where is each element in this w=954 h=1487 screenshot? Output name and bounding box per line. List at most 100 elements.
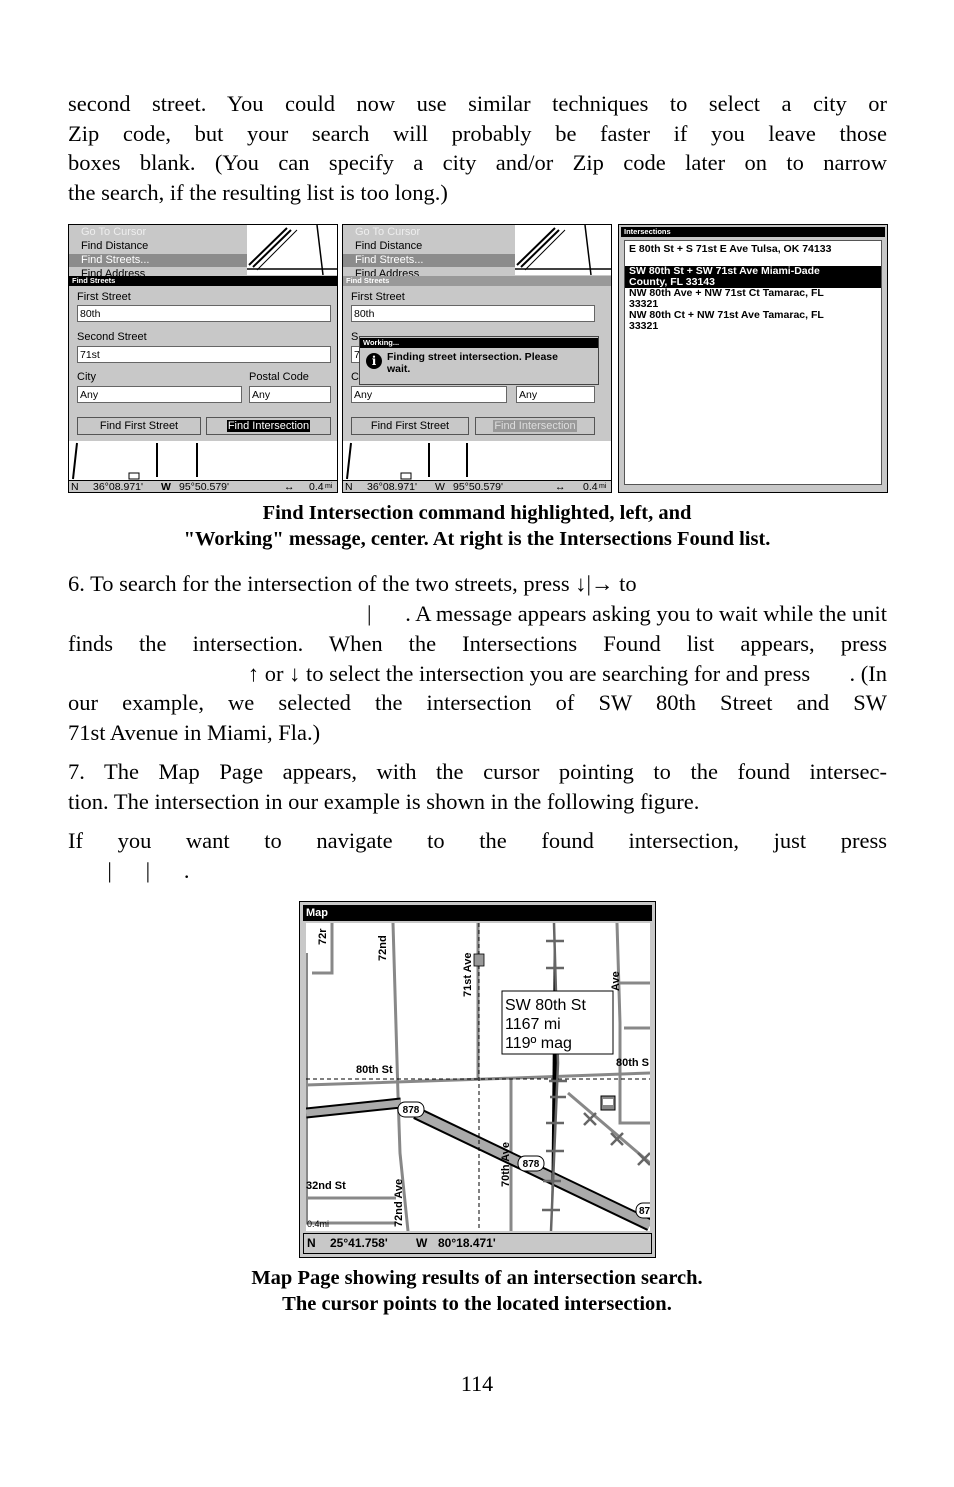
postal-code-field[interactable]: Any — [249, 386, 331, 403]
city-label: City — [77, 371, 96, 383]
lon-hemisphere: W — [416, 1236, 428, 1250]
list-item[interactable]: E 80th St + S 71st E Ave Tulsa, OK 74133 — [625, 244, 881, 255]
status-bar: N 36°08.971' W 95°50.579' ↔ 0.4 mi — [343, 480, 611, 493]
label-72nd: 72nd — [377, 935, 389, 961]
menu-item-find-streets[interactable]: Find Streets... — [343, 254, 515, 267]
step6-line: 6. To search for the intersection of the… — [68, 571, 637, 596]
label-ave-right: Ave — [610, 971, 622, 991]
working-message: Finding street intersection. Please wait. — [387, 351, 558, 375]
svg-text:878: 878 — [403, 1105, 420, 1116]
menu-item-find-distance[interactable]: Find Distance — [81, 240, 148, 253]
label-72r: 72r — [317, 928, 329, 945]
info-icon: i — [366, 353, 382, 369]
svg-text:87: 87 — [639, 1206, 650, 1217]
latitude: 36°08.971' — [93, 481, 143, 493]
latitude: 36°08.971' — [367, 481, 417, 493]
latitude: 25°41.758' — [330, 1236, 388, 1250]
list-item[interactable]: NW 80th Ave + NW 71st Ct Tamarac, FL 3332… — [625, 288, 881, 310]
zoom-unit: mi — [325, 483, 333, 490]
lat-hemisphere: N — [71, 481, 79, 493]
label-80th-st: 80th St — [356, 1064, 393, 1076]
menu-item-go-to-cursor[interactable]: Go To Cursor — [355, 226, 420, 239]
context-menu: Go To Cursor Find Distance Find Streets.… — [343, 225, 515, 280]
step6-line: finds the intersection. When the Interse… — [68, 631, 887, 656]
menu-item-find-streets[interactable]: Find Streets... — [69, 254, 247, 267]
figure1-caption: Find Intersection command highlighted, l… — [262, 502, 692, 524]
status-bar: N 36°08.971' W 95°50.579' ↔ 0.4 mi — [69, 480, 337, 493]
map-page-screen: Map 72r 72nd 71st Ave Ave 80th St 80th S… — [299, 901, 656, 1258]
list-item[interactable]: NW 80th Ct + NW 71st Ave Tamarac, FL 3332… — [625, 310, 881, 332]
menu-item-go-to-cursor[interactable]: Go To Cursor — [81, 226, 146, 239]
working-title: Working... — [360, 338, 598, 348]
map-background — [247, 225, 337, 276]
label-72nd-ave: 72nd Ave — [393, 1179, 405, 1227]
lon-hemisphere: W — [435, 481, 445, 493]
longitude: 95°50.579' — [453, 481, 503, 493]
step7-line: 7. The Map Page appears, with the cursor… — [68, 759, 887, 784]
map-status-bar: N 25°41.758' W 80°18.471' — [303, 1233, 652, 1254]
second-street-field[interactable]: 71st — [77, 346, 331, 363]
label-71st-ave: 71st Ave — [462, 953, 474, 997]
context-menu: Go To Cursor Find Distance Find Streets.… — [69, 225, 247, 280]
find-intersection-label: Find Intersection — [493, 420, 577, 432]
page-number: 114 — [460, 1371, 494, 1396]
zoom-value: 0.4 — [309, 481, 324, 493]
step6-line: 71st Avenue in Miami, Fla.) — [68, 720, 321, 745]
intro-line: second street. You could now use similar… — [68, 91, 887, 116]
menu-item-find-distance[interactable]: Find Distance — [355, 240, 422, 253]
list-item-selected[interactable]: SW 80th St + SW 71st Ave Miami-Dade Count… — [625, 266, 881, 288]
map-background — [515, 225, 611, 276]
postal-code-field[interactable]: Any — [516, 386, 595, 403]
find-intersection-button[interactable]: Find Intersection — [206, 417, 331, 435]
step6-line: ↑ or ↓ to select the intersection you ar… — [247, 661, 887, 686]
map-canvas[interactable]: 72r 72nd 71st Ave Ave 80th St 80th S 70t… — [306, 923, 650, 1231]
lat-hemisphere: N — [307, 1236, 316, 1250]
intro-line: Zip code, but your search will probably … — [68, 121, 887, 146]
first-street-field[interactable]: 80th — [351, 305, 595, 322]
lat-hemisphere: N — [345, 481, 353, 493]
cursor-popup: SW 80th St 1167 mi 119º mag — [501, 990, 614, 1055]
second-street-label-partial: S — [351, 331, 359, 343]
figure1-caption: "Working" message, center. At right is t… — [183, 528, 771, 550]
zoom-value: 0.4 — [583, 481, 598, 493]
figure2-caption: The cursor points to the located interse… — [282, 1293, 672, 1315]
zoom-range-icon: ↔ — [555, 481, 566, 493]
dialog-title: Find Streets — [69, 276, 337, 286]
intersections-screen: Intersections E 80th St + S 71st E Ave T… — [618, 224, 888, 493]
label-82nd-st: 32nd St — [306, 1180, 346, 1192]
zoom-range-icon: ↔ — [284, 481, 295, 493]
city-field[interactable]: Any — [77, 386, 242, 403]
intro-line: the search, if the resulting list is too… — [68, 180, 448, 205]
highway-shield: 878 — [397, 1101, 425, 1118]
intersections-list[interactable]: E 80th St + S 71st E Ave Tulsa, OK 74133… — [624, 240, 882, 485]
svg-text:119º mag: 119º mag — [505, 1035, 572, 1052]
second-street-label: Second Street — [77, 331, 147, 343]
step7-line: tion. The intersection in our example is… — [68, 789, 700, 814]
highway-shield: 87 — [635, 1202, 650, 1219]
figure2-caption: Map Page showing results of an intersect… — [251, 1267, 703, 1289]
navigate-line: If you want to navigate to the found int… — [68, 828, 887, 853]
find-first-street-button[interactable]: Find First Street — [77, 417, 201, 435]
city-field[interactable]: Any — [351, 386, 507, 403]
svg-text:878: 878 — [523, 1159, 540, 1170]
find-streets-screen-working: Go To Cursor Find Distance Find Streets.… — [342, 224, 612, 493]
find-intersection-button[interactable]: Find Intersection — [475, 417, 595, 435]
longitude: 80°18.471' — [438, 1236, 496, 1250]
step6-line: our example, we selected the intersectio… — [68, 690, 887, 715]
find-first-street-label: Find First Street — [370, 420, 450, 432]
postal-code-label: Postal Code — [249, 371, 309, 383]
intersections-title: Intersections — [621, 227, 885, 237]
dialog-title: Find Streets — [343, 276, 611, 286]
scale-label: 0.4mi — [307, 1219, 329, 1229]
svg-text:SW 80th St: SW 80th St — [505, 997, 586, 1014]
label-70th-ave: 70th Ave — [500, 1142, 512, 1187]
step6-line: | . A message appears asking you to wait… — [288, 601, 887, 626]
first-street-field[interactable]: 80th — [77, 305, 331, 322]
first-street-label: First Street — [77, 291, 131, 303]
city-label-partial: C — [351, 371, 359, 383]
first-street-label: First Street — [351, 291, 405, 303]
navigate-line: | | . — [68, 858, 190, 883]
longitude: 95°50.579' — [179, 481, 229, 493]
shopping-cart-icon — [473, 953, 485, 967]
find-first-street-button[interactable]: Find First Street — [351, 417, 469, 435]
